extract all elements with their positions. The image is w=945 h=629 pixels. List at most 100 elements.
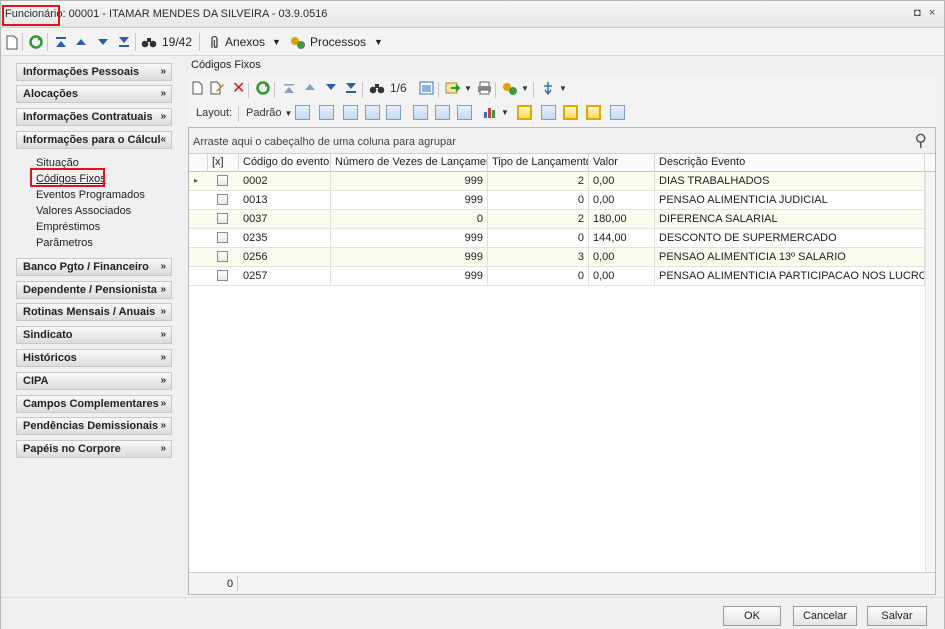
sidebar-item-valores-associados[interactable]: Valores Associados <box>36 205 131 217</box>
sidebar-group-dependente[interactable]: Dependente / Pensionista» <box>16 281 172 299</box>
sidebar-group-campos-complementares[interactable]: Campos Complementares» <box>16 395 172 413</box>
import-layout-icon[interactable] <box>365 105 380 120</box>
first-record-icon[interactable] <box>282 81 296 98</box>
previous-record-icon[interactable] <box>75 33 87 51</box>
connection-icon[interactable] <box>541 81 555 98</box>
cancel-button[interactable]: Cancelar <box>793 606 857 626</box>
sidebar-group-informacoes-pessoais[interactable]: Informações Pessoais » <box>16 63 172 81</box>
column-header-vezes[interactable]: Número de Vezes de Lançamento <box>331 154 488 172</box>
ok-button[interactable]: OK <box>723 606 781 626</box>
table-row[interactable]: 0235 999 0 144,00 DESCONTO DE SUPERMERCA… <box>189 229 925 248</box>
refresh-icon[interactable] <box>256 81 270 98</box>
sidebar-item-emprestimos[interactable]: Empréstimos <box>36 221 100 233</box>
column-header-descricao[interactable]: Descrição Evento <box>655 154 925 172</box>
find-button[interactable]: 19/42 <box>141 33 192 51</box>
chevron-down-icon[interactable]: ▼ <box>521 84 529 93</box>
separator <box>135 33 136 51</box>
cell-tipo: 0 <box>488 267 589 285</box>
processos-menu[interactable]: Processos ▼ <box>290 33 383 51</box>
table-row[interactable]: 0256 999 3 0,00 PENSAO ALIMENTICIA 13º S… <box>189 248 925 267</box>
sidebar-group-pendencias-demissionais[interactable]: Pendências Demissionais» <box>16 417 172 435</box>
cell-valor: 0,00 <box>589 267 655 285</box>
vertical-scrollbar[interactable] <box>925 172 935 572</box>
column-header-select[interactable]: [x] <box>208 154 239 172</box>
chevron-down-icon: » <box>160 398 166 409</box>
sidebar-item-eventos-programados[interactable]: Eventos Programados <box>36 189 145 201</box>
toggle-option-icon[interactable] <box>586 105 601 120</box>
save-button[interactable]: Salvar <box>867 606 927 626</box>
print-icon[interactable] <box>477 81 492 98</box>
cell-descricao: DIFERENCA SALARIAL <box>655 210 925 228</box>
processos-label: Processos <box>310 35 367 49</box>
last-record-icon[interactable] <box>117 33 131 51</box>
column-header-tipo[interactable]: Tipo de Lançamento <box>488 154 589 172</box>
save-layout-icon[interactable] <box>295 105 310 120</box>
layout-option-icon[interactable] <box>343 105 358 120</box>
table-row[interactable]: 0013 999 0 0,00 PENSAO ALIMENTICIA JUDIC… <box>189 191 925 210</box>
sidebar-group-informacoes-calculo[interactable]: Informações para o Cálcul « <box>16 131 172 149</box>
search-icon[interactable]: ⚲ <box>915 131 927 151</box>
layout-select[interactable]: Padrão ▼ <box>246 107 292 119</box>
new-record-icon[interactable] <box>6 33 18 51</box>
row-checkbox[interactable] <box>217 270 228 281</box>
sidebar-group-banco-pgto[interactable]: Banco Pgto / Financeiro » <box>16 258 172 276</box>
chevron-down-icon[interactable]: ▼ <box>501 108 509 117</box>
chevron-down-icon: » <box>160 443 166 454</box>
chevron-down-icon[interactable]: ▼ <box>464 84 472 93</box>
chevron-down-icon: » <box>160 66 166 77</box>
table-row[interactable]: 0037 0 2 180,00 DIFERENCA SALARIAL <box>189 210 925 229</box>
layout-option-icon[interactable] <box>435 105 450 120</box>
row-checkbox[interactable] <box>217 232 228 243</box>
new-icon[interactable] <box>192 81 203 98</box>
find-button[interactable]: 1/6 <box>369 81 407 95</box>
highlight-box <box>30 168 105 187</box>
previous-record-icon[interactable] <box>304 81 316 96</box>
column-header-valor[interactable]: Valor <box>589 154 655 172</box>
sidebar-group-cipa[interactable]: CIPA » <box>16 372 172 390</box>
delete-icon[interactable]: ✕ <box>232 78 245 98</box>
next-record-icon[interactable] <box>97 33 109 51</box>
sidebar-group-alocacoes[interactable]: Alocações » <box>16 85 172 103</box>
export-icon[interactable] <box>445 81 461 98</box>
cell-vezes: 0 <box>331 210 488 228</box>
layout-option-icon[interactable] <box>541 105 556 120</box>
chevron-down-icon[interactable]: ▼ <box>559 84 567 93</box>
table-row[interactable]: 0257 999 0 0,00 PENSAO ALIMENTICIA PARTI… <box>189 267 925 286</box>
chevron-down-icon: » <box>160 375 166 386</box>
grid-view-icon[interactable] <box>419 81 434 98</box>
sidebar-group-informacoes-contratuais[interactable]: Informações Contratuais » <box>16 108 172 126</box>
cell-tipo: 2 <box>488 210 589 228</box>
layout-option-icon[interactable] <box>413 105 428 120</box>
codigos-fixos-panel: Códigos Fixos ✕ 1/6 ▼ ▼ ▼ Layout: Padrão… <box>188 57 936 595</box>
layout-option-icon[interactable] <box>457 105 472 120</box>
row-checkbox[interactable] <box>217 213 228 224</box>
sidebar-group-historicos[interactable]: Históricos » <box>16 349 172 367</box>
sidebar-group-sindicato[interactable]: Sindicato » <box>16 326 172 344</box>
toggle-option-icon[interactable] <box>517 105 532 120</box>
refresh-icon[interactable] <box>29 33 43 51</box>
delete-layout-icon[interactable] <box>386 105 401 120</box>
last-record-icon[interactable] <box>344 81 358 98</box>
toggle-option-icon[interactable] <box>563 105 578 120</box>
close-button[interactable]: × <box>929 7 935 19</box>
sidebar-group-rotinas-mensais[interactable]: Rotinas Mensais / Anuais » <box>16 303 172 321</box>
chart-icon[interactable] <box>483 105 499 122</box>
cell-valor: 0,00 <box>589 172 655 190</box>
edit-icon[interactable] <box>210 81 225 98</box>
processes-icon[interactable] <box>502 81 518 99</box>
row-checkbox[interactable] <box>217 194 228 205</box>
restore-button[interactable]: ◘ <box>914 7 921 19</box>
anexos-menu[interactable]: Anexos ▼ <box>208 33 281 51</box>
row-checkbox[interactable] <box>217 251 228 262</box>
row-checkbox[interactable] <box>217 175 228 186</box>
sidebar-item-parametros[interactable]: Parâmetros <box>36 237 93 249</box>
table-row[interactable]: ▸ 0002 999 2 0,00 DIAS TRABALHADOS <box>189 172 925 191</box>
font-icon[interactable] <box>610 105 625 120</box>
column-header-codigo[interactable]: Código do evento <box>239 154 331 172</box>
group-by-bar[interactable]: Arraste aqui o cabeçalho de uma coluna p… <box>189 128 935 154</box>
layout-option-icon[interactable] <box>319 105 334 120</box>
first-record-icon[interactable] <box>54 33 68 51</box>
next-record-icon[interactable] <box>325 81 337 96</box>
sidebar-group-label: Pendências Demissionais <box>23 420 159 432</box>
sidebar-group-papeis-corpore[interactable]: Papéis no Corpore » <box>16 440 172 458</box>
